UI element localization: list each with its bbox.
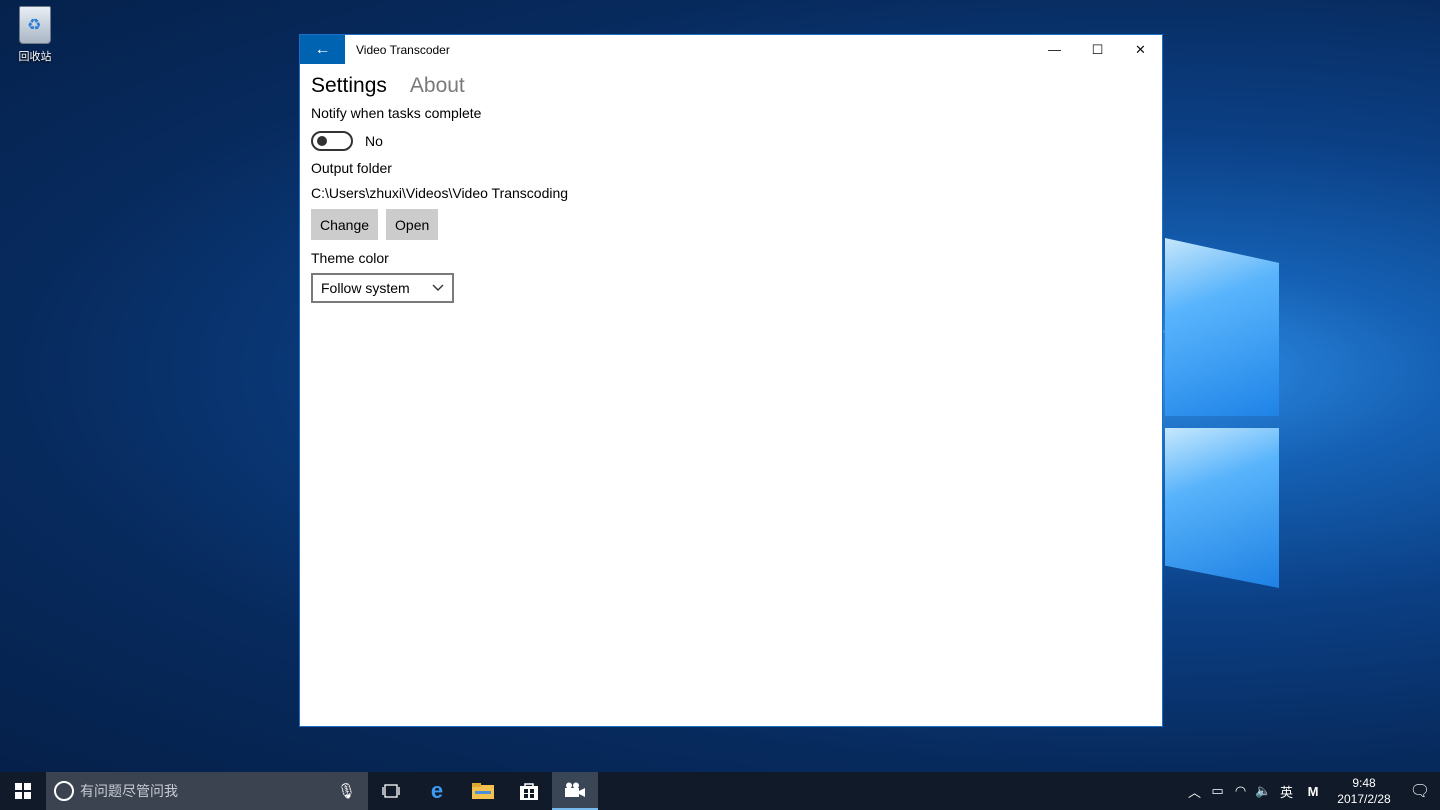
back-arrow-icon: ← xyxy=(314,40,331,58)
toggle-knob xyxy=(317,136,327,146)
tab-about[interactable]: About xyxy=(410,74,465,98)
minimize-button[interactable]: — xyxy=(1033,35,1076,64)
store-button[interactable] xyxy=(506,772,552,810)
clock[interactable]: 9:48 2017/2/28 xyxy=(1328,775,1400,807)
search-placeholder: 有问题尽管问我 xyxy=(80,783,178,799)
action-center-icon[interactable]: 🗨 xyxy=(1400,781,1440,801)
app-title: Video Transcoder xyxy=(356,42,450,57)
file-explorer-button[interactable] xyxy=(460,772,506,810)
task-view-icon xyxy=(382,784,400,798)
ime-indicator[interactable]: 英 xyxy=(1275,782,1298,801)
open-folder-button[interactable]: Open xyxy=(386,209,439,240)
recycle-bin-shortcut[interactable]: 回收站 xyxy=(10,6,60,64)
clock-date: 2017/2/28 xyxy=(1337,792,1391,806)
cortana-icon xyxy=(54,781,74,801)
windows-logo-pane-bottom xyxy=(1165,428,1279,588)
back-button[interactable]: ← xyxy=(300,35,345,64)
notify-toggle-switch[interactable] xyxy=(311,131,353,151)
theme-color-label: Theme color xyxy=(311,250,389,266)
windows-logo-pane-top xyxy=(1165,238,1279,416)
recycle-bin-label: 回收站 xyxy=(18,51,52,63)
video-camera-icon xyxy=(565,782,585,797)
output-folder-label: Output folder xyxy=(311,160,392,176)
edge-icon: e xyxy=(430,778,444,803)
system-tray: ︿ ▭ ◠ 🔈 英 M 9:48 2017/2/28 🗨 xyxy=(1183,772,1440,810)
task-view-button[interactable] xyxy=(368,772,414,810)
maximize-button[interactable]: ☐ xyxy=(1076,35,1119,64)
change-folder-button[interactable]: Change xyxy=(311,209,379,240)
title-bar[interactable]: ← Video Transcoder — ☐ ✕ xyxy=(300,35,1162,64)
settings-page: Settings About Notify when tasks complet… xyxy=(300,74,1162,303)
close-button[interactable]: ✕ xyxy=(1119,35,1162,64)
cortana-search-box[interactable]: 有问题尽管问我 🎙 xyxy=(46,772,368,810)
store-bag-icon xyxy=(520,783,538,800)
microphone-icon[interactable]: 🎙 xyxy=(337,782,356,800)
notify-toggle-state: No xyxy=(365,133,383,149)
clock-time: 9:48 xyxy=(1352,776,1376,790)
theme-color-dropdown[interactable]: Follow system xyxy=(311,273,454,303)
notify-toggle-row: No xyxy=(311,131,1151,151)
recycle-bin-icon xyxy=(19,6,51,44)
m-app-icon[interactable]: M xyxy=(1298,784,1328,799)
wifi-icon[interactable]: ◠ xyxy=(1229,783,1252,799)
tab-settings[interactable]: Settings xyxy=(311,74,387,98)
start-button[interactable] xyxy=(0,772,46,810)
close-icon: ✕ xyxy=(1135,41,1146,57)
output-folder-path: C:\Users\zhuxi\Videos\Video Transcoding xyxy=(311,185,569,201)
theme-color-value: Follow system xyxy=(321,280,410,296)
battery-icon[interactable]: ▭ xyxy=(1206,783,1229,799)
folder-icon xyxy=(472,783,494,799)
chevron-up-icon[interactable]: ︿ xyxy=(1183,782,1206,801)
taskbar: 有问题尽管问我 🎙 e ︿ ▭ ◠ 🔈 英 M 9:48 2017/2/28 🗨 xyxy=(0,772,1440,810)
edge-browser-button[interactable]: e xyxy=(414,772,460,810)
minimize-icon: — xyxy=(1048,42,1061,57)
pivot-tabs: Settings About xyxy=(311,74,1151,98)
app-window: ← Video Transcoder — ☐ ✕ Settings About … xyxy=(299,34,1163,727)
volume-icon[interactable]: 🔈 xyxy=(1252,783,1275,799)
notify-label: Notify when tasks complete xyxy=(311,105,482,121)
maximize-icon: ☐ xyxy=(1091,41,1104,57)
desktop-background: 回收站 ← Video Transcoder — ☐ ✕ Setting xyxy=(0,0,1440,772)
windows-start-icon xyxy=(15,783,31,799)
folder-button-row: Change Open xyxy=(311,209,1151,240)
video-transcoder-taskbar-button[interactable] xyxy=(552,772,598,810)
chevron-down-icon xyxy=(432,281,444,295)
